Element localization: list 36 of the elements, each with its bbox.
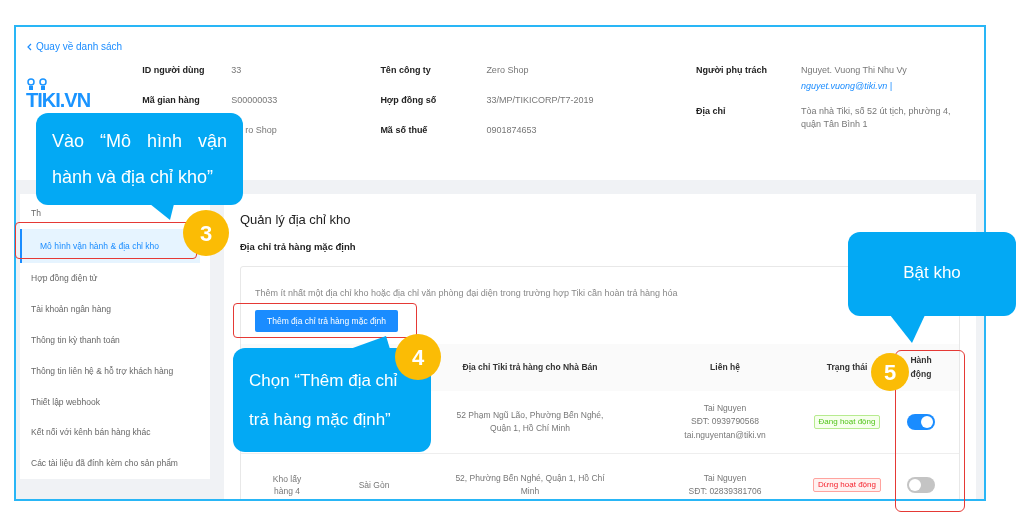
field-label: Tên công ty <box>380 65 431 75</box>
table-cell: Sài Gòn <box>358 479 390 490</box>
column-header: Trạng thái <box>826 360 868 374</box>
table-cell: 52, Phường Bến Nghé, Quận 1, Hồ Chí Minh <box>455 472 605 497</box>
contact-line: tai.nguyentan@tiki.vn <box>684 429 766 443</box>
field-label: Địa chỉ <box>696 106 726 117</box>
field-value: 0901874653 <box>486 124 537 137</box>
logo: TIKI.VN <box>26 90 91 110</box>
column-header: Hành động <box>909 354 933 381</box>
field-value: 33/MP/TIKICORP/T7-2019 <box>486 94 594 107</box>
contact-line: Tai Nguyen <box>703 471 747 485</box>
field-value: Zero Shop <box>486 64 529 77</box>
field-label: Người phụ trách <box>696 65 767 75</box>
column-header: Liên hệ <box>710 360 740 374</box>
table-cell: 52 Phạm Ngũ Lão, Phường Bến Nghé, Quận 1, Hồ Chí Minh <box>456 409 604 434</box>
status-tag: Đang hoạt động <box>813 415 881 430</box>
callout-tooltip: Bật kho <box>848 232 1016 316</box>
contact-line: Tai Nguyen <box>703 401 747 415</box>
field-value: ro Shop <box>245 124 277 137</box>
field-value: Nguyet. Vuong Thi Nhu Vy <box>801 64 908 77</box>
field-value: 33 <box>231 64 242 77</box>
field-label: Mã gian hàng <box>142 95 200 105</box>
column-header: Địa chỉ Tiki trả hàng cho Nhà Bán <box>462 360 598 374</box>
contact-line: SĐT: 02839381706 <box>688 485 762 499</box>
callout-tooltip: Vào “Mô hình vận hành và địa chỉ kho” <box>36 113 243 205</box>
table-cell: Kho lấy hàng 4 <box>272 473 302 497</box>
field-value: Tòa nhà Tiki, số 52 út tịch, phường 4, quận Tân Bình 1 <box>801 105 952 131</box>
section-title: Quản lý địa chỉ kho <box>240 211 352 229</box>
field-label: Hợp đồng số <box>380 95 437 105</box>
field-label: ID người dùng <box>142 65 205 75</box>
section-subtitle: Địa chỉ trả hàng mặc định <box>240 239 357 254</box>
field-label: Mã số thuế <box>380 125 428 135</box>
notice-text: Thêm ít nhất một địa chỉ kho hoặc địa chỉ văn phòng đại diện trong trường hợp Tiki cần hoàn trả hàng hóa <box>254 286 679 300</box>
status-tag: Dừng hoạt động <box>813 478 881 493</box>
contact-line: SĐT: 0939790568 <box>690 415 760 429</box>
field-value: S00000033 <box>231 94 278 107</box>
